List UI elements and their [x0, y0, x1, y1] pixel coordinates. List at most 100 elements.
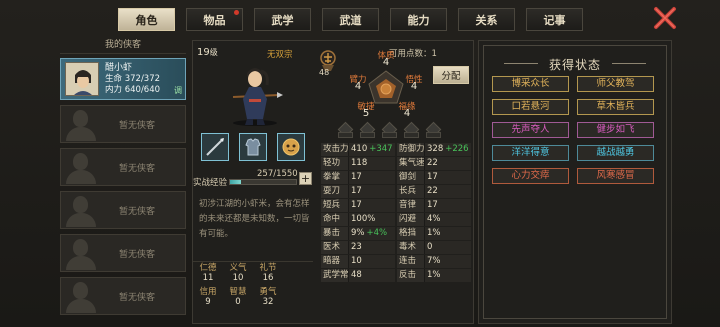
gem-slot-icon[interactable]: [425, 123, 441, 138]
attribute-base: 4%: [427, 214, 441, 224]
status-badge[interactable]: 越战越勇: [577, 145, 654, 161]
tab-journal[interactable]: 记事: [526, 8, 583, 31]
attribute-row: 命中 100% 闪避 4%: [321, 213, 473, 226]
tab-label: 关系: [475, 13, 498, 27]
attribute-value: 22: [425, 157, 471, 170]
empty-hero-slot[interactable]: 暂无侠客: [60, 191, 186, 229]
hero-name: 醋小虾: [105, 62, 133, 73]
virtue-value: 0: [235, 297, 241, 307]
attribute-base: 48: [351, 270, 362, 280]
attribute-value: 9% +4%: [349, 227, 395, 240]
status-badge[interactable]: 草木皆兵: [577, 99, 654, 115]
attribute-value: 1%: [425, 227, 471, 240]
stat-biali-value: 4: [354, 81, 362, 92]
close-icon[interactable]: [652, 5, 678, 31]
virtue-item: 智慧 0: [223, 287, 253, 307]
level: 19级: [197, 47, 218, 58]
attribute-base: 1%: [427, 270, 441, 280]
attribute-value: 17: [349, 199, 395, 212]
virtue-value: 10: [232, 273, 244, 283]
hp-label: 生命: [105, 73, 123, 84]
stat-wuxing-value: 4: [410, 81, 418, 92]
exp-plus-button[interactable]: +: [299, 172, 312, 185]
empty-hero-slot[interactable]: 暂无侠客: [60, 105, 186, 143]
attribute-cell: 武学常识48: [321, 269, 395, 282]
status-badge-grid: 博采众长 师父教驾 口若悬河 草木皆兵 先声夺人 健步如飞 洋洋得意 越战越勇 心力交瘁 风寒感冒: [492, 76, 654, 184]
attribute-cell: 耍刀 17: [321, 185, 395, 198]
attribute-value: 100%: [349, 213, 395, 226]
attribute-label: 命中: [321, 213, 349, 226]
tab-items[interactable]: 物品: [186, 8, 243, 31]
attribute-base: 17: [427, 200, 438, 210]
attribute-cell: 命中 100%: [321, 213, 395, 226]
attribute-label: 闪避: [397, 213, 425, 226]
attribute-value: 328 +226: [425, 143, 471, 156]
attribute-base: 10: [351, 256, 362, 266]
attribute-value: 48: [349, 269, 395, 282]
empty-hero-slot[interactable]: 暂无侠客: [60, 234, 186, 272]
armor-slot[interactable]: [239, 133, 267, 161]
attribute-cell: 防御力 328 +226: [397, 143, 471, 156]
tab-label: 武道: [339, 13, 362, 27]
gem-slot-icon[interactable]: [381, 123, 397, 138]
exp-bar: [229, 179, 297, 185]
attribute-cell: 反击 1%: [397, 269, 471, 282]
attribute-label: 格挡: [397, 227, 425, 240]
tab-martial-way[interactable]: 武道: [322, 8, 379, 31]
tab-label: 能力: [407, 13, 430, 27]
tab-relations[interactable]: 关系: [458, 8, 515, 31]
virtue-label: 信用: [199, 287, 217, 297]
gem-slot-icon[interactable]: [403, 123, 419, 138]
tab-abilities[interactable]: 能力: [390, 8, 447, 31]
status-badge[interactable]: 口若悬河: [492, 99, 569, 115]
status-title: 获得状态: [484, 56, 666, 73]
status-badge[interactable]: 风寒感冒: [577, 168, 654, 184]
virtue-item: 义气 10: [223, 263, 253, 283]
status-badge[interactable]: 心力交瘁: [492, 168, 569, 184]
equipment-slots: [337, 123, 441, 138]
hero-list: 我的侠客 醋小虾 生命 372/372 内力 640/640 调 暂无侠客 暂无…: [60, 36, 186, 324]
tab-character[interactable]: 角色: [118, 8, 175, 31]
status-badge[interactable]: 先声夺人: [492, 122, 569, 138]
weapon-slot[interactable]: [201, 133, 229, 161]
stat-tizhi-value: 4: [382, 57, 390, 68]
attribute-base: 22: [427, 158, 438, 168]
tab-label: 武学: [271, 13, 294, 27]
tab-martial-arts[interactable]: 武学: [254, 8, 311, 31]
level-value: 19: [197, 47, 210, 58]
stat-fuyuan-value: 4: [403, 108, 411, 119]
attribute-cell: 格挡 1%: [397, 227, 471, 240]
attribute-value: 23: [349, 241, 395, 254]
hero-list-title: 我的侠客: [60, 36, 186, 54]
attribute-label: 武学常识: [321, 269, 349, 282]
attribute-row: 轻功118集气速度22: [321, 157, 473, 170]
attribute-cell: 医术 23: [321, 241, 395, 254]
status-badge[interactable]: 洋洋得意: [492, 145, 569, 161]
empty-hero-slot[interactable]: 暂无侠客: [60, 277, 186, 315]
virtue-value: 9: [205, 297, 211, 307]
mp-label: 内力: [105, 84, 123, 95]
status-badge[interactable]: 师父教驾: [577, 76, 654, 92]
hp-value: 372/372: [124, 73, 161, 84]
gem-slot-icon[interactable]: [359, 123, 375, 138]
gem-slot-icon[interactable]: [337, 123, 353, 138]
character-panel: 19级 无双宗 48 可用点数：1 分配 体质 4 臂力 4 悟性 4 敏捷 5…: [192, 40, 474, 324]
tab-label: 角色: [135, 13, 158, 27]
empty-hero-slot[interactable]: 暂无侠客: [60, 148, 186, 186]
attribute-label: 连击: [397, 255, 425, 268]
attribute-base: 17: [351, 200, 362, 210]
attribute-base: 118: [351, 158, 368, 168]
virtue-label: 仁德: [199, 263, 217, 273]
attribute-label: 攻击力: [321, 143, 349, 156]
hero-card-selected[interactable]: 醋小虾 生命 372/372 内力 640/640 调: [60, 58, 186, 100]
attribute-row: 暴击 9% +4% 格挡 1%: [321, 227, 473, 240]
character-portrait: [232, 68, 283, 126]
status-badge[interactable]: 博采众长: [492, 76, 569, 92]
accessory-slot[interactable]: [277, 133, 305, 161]
silhouette-icon: [63, 107, 99, 141]
emblem-count: 48: [319, 68, 330, 77]
assign-button[interactable]: 分配: [433, 66, 469, 84]
attribute-label: 长兵: [397, 185, 425, 198]
status-badge[interactable]: 健步如飞: [577, 122, 654, 138]
attribute-label: 耍刀: [321, 185, 349, 198]
